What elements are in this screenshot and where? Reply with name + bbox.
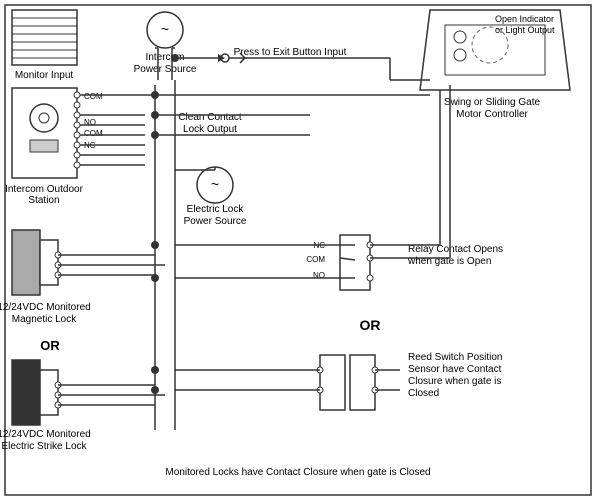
swing-gate-label2: Motor Controller — [456, 109, 528, 120]
wiring-diagram: Monitor Input COM NO COM NC Intercom Out… — [0, 0, 596, 500]
intercom-outdoor-label: Intercom Outdoor — [5, 184, 83, 195]
reed-switch-label1: Reed Switch Position — [408, 352, 503, 363]
magnetic-lock-label2: Magnetic Lock — [12, 314, 77, 325]
reed-switch-label4: Closed — [408, 388, 439, 399]
monitor-input-label: Monitor Input — [15, 70, 74, 81]
open-indicator-label1: Open Indicator — [495, 14, 554, 24]
com-label2: COM — [84, 129, 103, 138]
open-indicator-label2: or Light Output — [495, 25, 555, 35]
reed-switch-label3: Closure when gate is — [408, 376, 501, 387]
electric-power-symbol: ~ — [211, 176, 219, 192]
swing-gate-label1: Swing or Sliding Gate — [444, 97, 541, 108]
press-to-exit-label: Press to Exit Button Input — [234, 47, 347, 58]
electric-strike-label1: 12/24VDC Monitored — [0, 429, 91, 440]
or-label1: OR — [40, 338, 60, 353]
com-label3: COM — [306, 255, 325, 264]
com-label1: COM — [84, 92, 103, 101]
intercom-power-label2: Power Source — [134, 64, 197, 75]
clean-contact-label1: Clean Contact — [178, 112, 242, 123]
electric-lock-power2: Power Source — [184, 216, 247, 227]
or-label2: OR — [360, 317, 381, 333]
magnetic-lock-label1: 12/24VDC Monitored — [0, 302, 91, 313]
intercom-power-symbol: ~ — [161, 21, 169, 37]
bottom-label: Monitored Locks have Contact Closure whe… — [165, 467, 430, 478]
intercom-outdoor-label2: Station — [28, 195, 59, 206]
reed-switch-label2: Sensor have Contact — [408, 364, 502, 375]
electric-lock-power1: Electric Lock — [187, 204, 245, 215]
clean-contact-label2: Lock Output — [183, 124, 237, 135]
electric-strike-label2: Electric Strike Lock — [1, 441, 87, 452]
